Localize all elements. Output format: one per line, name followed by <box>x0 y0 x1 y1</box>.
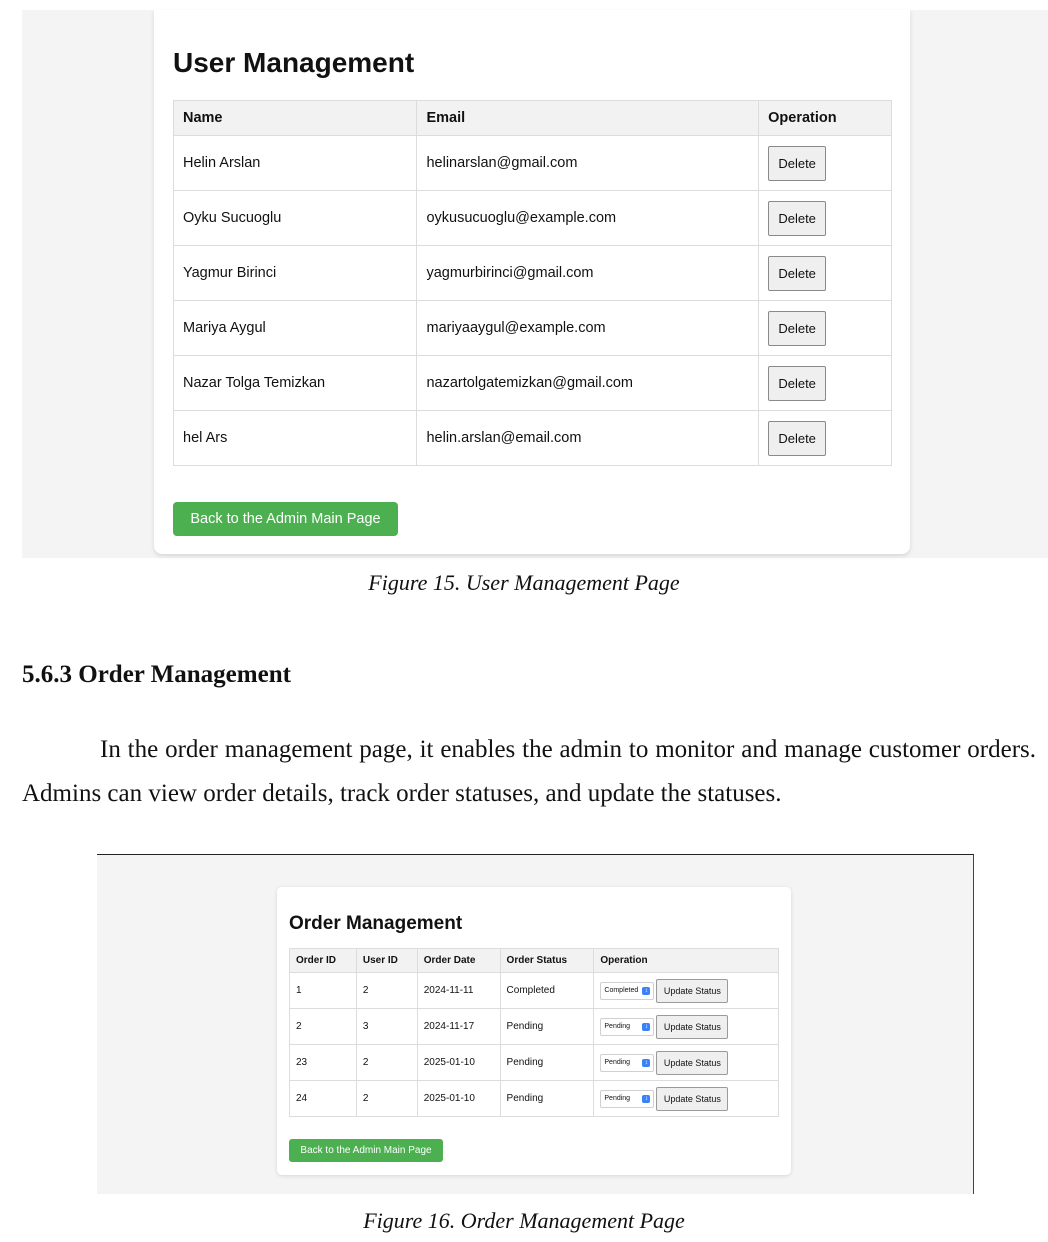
user-id: 2 <box>355 972 418 1009</box>
column-header-order-id: Order ID <box>289 948 357 973</box>
user-email: helinarslan@gmail.com <box>416 135 760 191</box>
user-management-screenshot: User Management Name Email Operation Hel… <box>22 10 1048 558</box>
user-email: helin.arslan@email.com <box>416 410 760 466</box>
column-header-order-status: Order Status <box>499 948 595 973</box>
table-row: Mariya Aygul mariyaaygul@example.com Del… <box>172 300 892 356</box>
user-name: Oyku Sucuoglu <box>172 190 418 246</box>
delete-button[interactable]: Delete <box>768 255 827 291</box>
section-heading: 5.6.3 Order Management <box>22 661 291 688</box>
table-row: Yagmur Birinci yagmurbirinci@gmail.com D… <box>172 245 892 301</box>
status-select-value: Pending <box>604 1058 631 1066</box>
order-id: 1 <box>289 972 357 1009</box>
delete-button[interactable]: Delete <box>768 420 827 456</box>
update-status-button[interactable]: Update Status <box>656 1086 729 1111</box>
chevron-updown-icon: ↕ <box>642 1058 651 1067</box>
column-header-operation: Operation <box>758 100 892 136</box>
order-date: 2024-11-17 <box>416 1008 501 1045</box>
user-email: yagmurbirinci@gmail.com <box>416 245 760 301</box>
order-management-screenshot: Order Management Order ID User ID Order … <box>97 854 974 1194</box>
update-status-button[interactable]: Update Status <box>656 1014 729 1039</box>
delete-button[interactable]: Delete <box>768 365 827 401</box>
user-id: 2 <box>355 1080 418 1117</box>
table-header-row: Order ID User ID Order Date Order Status… <box>289 948 779 973</box>
user-email: nazartolgatemizkan@gmail.com <box>416 355 760 411</box>
user-id: 2 <box>355 1044 418 1081</box>
order-id: 2 <box>289 1008 357 1045</box>
order-status: Completed <box>499 972 595 1009</box>
order-management-card: Order Management Order ID User ID Order … <box>277 887 791 1175</box>
order-id: 24 <box>289 1080 357 1117</box>
chevron-updown-icon: ↕ <box>642 1094 651 1103</box>
table-row: Oyku Sucuoglu oykusucuoglu@example.com D… <box>172 190 892 246</box>
delete-button[interactable]: Delete <box>768 200 827 236</box>
section-paragraph: In the order management page, it enables… <box>22 736 1036 807</box>
figure-caption: Figure 15. User Management Page <box>368 570 680 595</box>
delete-button[interactable]: Delete <box>768 145 827 181</box>
order-id: 23 <box>289 1044 357 1081</box>
status-select[interactable]: Pending ↕ <box>600 1017 655 1036</box>
column-header-name: Name <box>172 100 418 136</box>
status-select[interactable]: Pending ↕ <box>600 1053 655 1072</box>
table-row: Nazar Tolga Temizkan nazartolgatemizkan@… <box>172 355 892 411</box>
table-row: 1 2 2024-11-11 Completed Completed ↕ Updat… <box>289 972 779 1009</box>
order-status: Pending <box>499 1008 595 1045</box>
column-header-email: Email <box>416 100 760 136</box>
status-select-value: Pending <box>604 1094 631 1102</box>
column-header-user-id: User ID <box>355 948 418 973</box>
page-title: Order Management <box>289 913 463 934</box>
user-name: hel Ars <box>172 410 418 466</box>
status-select-value: Pending <box>604 1022 631 1030</box>
order-status: Pending <box>499 1044 595 1081</box>
user-id: 3 <box>355 1008 418 1045</box>
table-row: hel Ars helin.arslan@email.com Delete <box>172 410 892 466</box>
order-status: Pending <box>499 1080 595 1117</box>
delete-button[interactable]: Delete <box>768 310 827 346</box>
user-management-card: User Management Name Email Operation Hel… <box>154 10 910 554</box>
table-row: Helin Arslan helinarslan@gmail.com Delet… <box>172 135 892 191</box>
column-header-order-date: Order Date <box>416 948 501 973</box>
order-date: 2024-11-11 <box>416 972 501 1009</box>
user-email: mariyaaygul@example.com <box>416 300 760 356</box>
back-to-admin-button[interactable]: Back to the Admin Main Page <box>289 1139 443 1162</box>
column-header-operation: Operation <box>593 948 779 973</box>
status-select[interactable]: Pending ↕ <box>600 1089 655 1108</box>
order-table: Order ID User ID Order Date Order Status… <box>289 948 779 1117</box>
user-name: Yagmur Birinci <box>172 245 418 301</box>
table-row: 23 2 2025-01-10 Pending Pending ↕ Update S… <box>289 1044 779 1081</box>
user-name: Mariya Aygul <box>172 300 418 356</box>
status-select-value: Completed <box>604 986 639 994</box>
user-name: Helin Arslan <box>172 135 418 191</box>
order-date: 2025-01-10 <box>416 1080 501 1117</box>
user-name: Nazar Tolga Temizkan <box>172 355 418 411</box>
order-date: 2025-01-10 <box>416 1044 501 1081</box>
table-header-row: Name Email Operation <box>172 100 892 136</box>
table-row: 24 2 2025-01-10 Pending Pending ↕ Update S… <box>289 1080 779 1117</box>
figure-caption: Figure 16. Order Management Page <box>363 1208 685 1233</box>
status-select[interactable]: Completed ↕ <box>600 981 655 1000</box>
chevron-updown-icon: ↕ <box>642 986 651 995</box>
back-to-admin-button[interactable]: Back to the Admin Main Page <box>173 502 398 536</box>
chevron-updown-icon: ↕ <box>642 1022 651 1031</box>
update-status-button[interactable]: Update Status <box>656 1050 729 1075</box>
table-row: 2 3 2024-11-17 Pending Pending ↕ Update St… <box>289 1008 779 1045</box>
update-status-button[interactable]: Update Status <box>656 978 729 1003</box>
page-title: User Management <box>173 47 415 78</box>
user-table: Name Email Operation Helin Arslan helina… <box>172 100 892 466</box>
user-email: oykusucuoglu@example.com <box>416 190 760 246</box>
